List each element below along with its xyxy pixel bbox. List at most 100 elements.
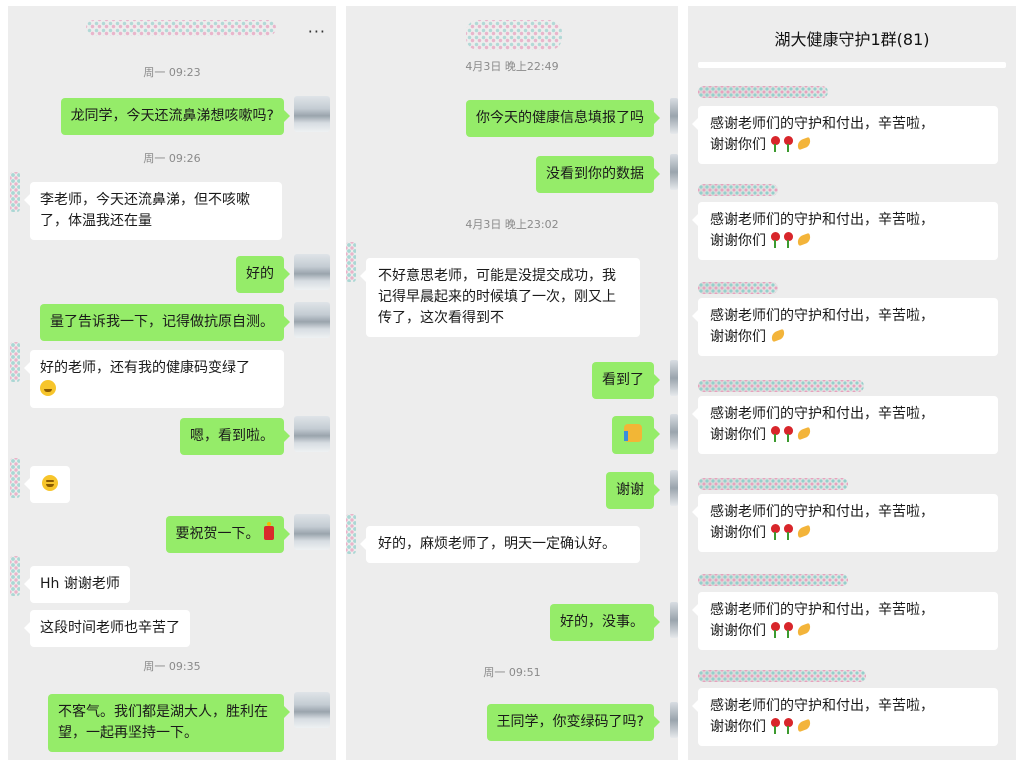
praying-hands-emoji-icon [796, 427, 812, 441]
chat-title-redacted [86, 20, 276, 36]
timestamp: 周一 09:23 [143, 66, 201, 79]
message-bubble-incoming[interactable]: Hh 谢谢老师 [24, 566, 130, 603]
sender-nickname-redacted [698, 282, 778, 294]
praying-hands-emoji-icon [770, 329, 786, 343]
message-text: 谢谢你们 [710, 329, 766, 345]
student-avatar-redacted[interactable] [10, 458, 20, 498]
rose-emoji-icon [783, 718, 794, 734]
chat-title-redacted [466, 20, 562, 50]
sender-nickname-redacted [698, 574, 848, 586]
student-avatar-redacted[interactable] [10, 172, 20, 212]
timestamp: 周一 09:35 [143, 660, 201, 673]
teacher-avatar[interactable] [670, 360, 678, 396]
group-chat-header: 湖大健康守护1群(81) [688, 6, 1016, 68]
message-bubble-outgoing[interactable]: 量了告诉我一下，记得做抗原自测。 [40, 304, 290, 341]
rose-emoji-icon [770, 426, 781, 442]
timestamp: 周一 09:51 [483, 666, 541, 679]
teacher-avatar[interactable] [294, 692, 330, 728]
teacher-avatar[interactable] [670, 414, 678, 450]
message-text: 好的老师，还有我的健康码变绿了 [40, 360, 250, 376]
message-text: 感谢老师们的守护和付出，辛苦啦， [710, 602, 934, 618]
message-text: 感谢老师们的守护和付出，辛苦啦， [710, 406, 934, 422]
rose-emoji-icon [783, 524, 794, 540]
message-text: 感谢老师们的守护和付出，辛苦啦， [710, 698, 934, 714]
teacher-avatar[interactable] [294, 254, 330, 290]
praying-hands-emoji-icon [796, 233, 812, 247]
student-avatar-redacted[interactable] [10, 556, 20, 596]
timestamp: 4月3日 晚上22:49 [465, 60, 559, 73]
message-text: 谢谢你们 [710, 525, 766, 541]
sender-nickname-redacted [698, 380, 864, 392]
teacher-avatar[interactable] [294, 416, 330, 452]
sender-nickname-redacted [698, 478, 848, 490]
message-text: 谢谢你们 [710, 427, 766, 443]
message-bubble-outgoing[interactable]: 看到了 [592, 362, 660, 399]
message-bubble-incoming[interactable]: 感谢老师们的守护和付出，辛苦啦， 谢谢你们 [692, 396, 998, 454]
message-text: 感谢老师们的守护和付出，辛苦啦， [710, 116, 934, 132]
smirk-emoji-icon [42, 475, 58, 491]
sender-nickname-redacted [698, 86, 828, 98]
message-text: 感谢老师们的守护和付出，辛苦啦， [710, 504, 934, 520]
message-text: 谢谢你们 [710, 137, 766, 153]
message-bubble-outgoing[interactable]: 不客气。我们都是湖大人，胜利在望，一起再坚持一下。 [48, 694, 290, 752]
praying-hands-emoji-icon [796, 137, 812, 151]
message-bubble-incoming[interactable]: 感谢老师们的守护和付出，辛苦啦， 谢谢你们 [692, 688, 998, 746]
message-bubble-outgoing[interactable]: 龙同学，今天还流鼻涕想咳嗽吗? [60, 98, 291, 135]
message-text: 要祝贺一下。 [175, 526, 260, 542]
message-bubble-incoming[interactable]: 这段时间老师也辛苦了 [24, 610, 190, 647]
firecracker-emoji-icon [264, 522, 274, 540]
group-chat-panel-right: 湖大健康守护1群(81) 感谢老师们的守护和付出，辛苦啦， 谢谢你们 感谢老师们… [688, 6, 1016, 760]
teacher-avatar[interactable] [294, 96, 330, 132]
more-options-icon[interactable]: ··· [308, 22, 326, 41]
group-title[interactable]: 湖大健康守护1群(81) [688, 26, 1016, 50]
praying-hands-emoji-icon [796, 623, 812, 637]
message-bubble-outgoing[interactable]: 要祝贺一下。 [165, 516, 291, 553]
message-bubble-outgoing[interactable] [612, 416, 660, 454]
student-avatar-redacted[interactable] [346, 514, 356, 554]
rose-emoji-icon [783, 426, 794, 442]
message-text: 感谢老师们的守护和付出，辛苦啦， [710, 308, 934, 324]
rose-emoji-icon [770, 524, 781, 540]
sweat-smile-emoji-icon [40, 380, 56, 396]
message-bubble-incoming[interactable]: 感谢老师们的守护和付出，辛苦啦， 谢谢你们 [692, 592, 998, 650]
rose-emoji-icon [783, 232, 794, 248]
teacher-avatar[interactable] [670, 702, 678, 738]
praying-hands-emoji-icon [796, 525, 812, 539]
teacher-avatar[interactable] [670, 470, 678, 506]
message-bubble-incoming[interactable]: 不好意思老师，可能是没提交成功，我记得早晨起来的时候填了一次，刚又上传了，这次看… [360, 258, 640, 337]
pinned-bar [698, 62, 1006, 68]
rose-emoji-icon [770, 718, 781, 734]
student-avatar-redacted[interactable] [10, 342, 20, 382]
message-bubble-incoming[interactable]: 感谢老师们的守护和付出，辛苦啦， 谢谢你们 [692, 106, 998, 164]
rose-emoji-icon [770, 232, 781, 248]
message-bubble-incoming[interactable]: 好的，麻烦老师了，明天一定确认好。 [360, 526, 640, 563]
message-bubble-outgoing[interactable]: 王同学，你变绿码了吗? [486, 704, 661, 741]
message-bubble-incoming[interactable]: 感谢老师们的守护和付出，辛苦啦， 谢谢你们 [692, 202, 998, 260]
chat-panel-left: ··· 周一 09:23 龙同学，今天还流鼻涕想咳嗽吗? 周一 09:26 李老… [8, 6, 336, 760]
rose-emoji-icon [770, 136, 781, 152]
teacher-avatar[interactable] [670, 98, 678, 134]
message-bubble-incoming[interactable]: 好的老师，还有我的健康码变绿了 [24, 350, 284, 408]
message-text: 感谢老师们的守护和付出，辛苦啦， [710, 212, 934, 228]
message-bubble-outgoing[interactable]: 嗯，看到啦。 [180, 418, 290, 455]
message-bubble-incoming[interactable]: 感谢老师们的守护和付出，辛苦啦， 谢谢你们 [692, 494, 998, 552]
message-bubble-outgoing[interactable]: 好的，没事。 [550, 604, 660, 641]
message-bubble-outgoing[interactable]: 谢谢 [606, 472, 660, 509]
message-text: 谢谢你们 [710, 719, 766, 735]
timestamp: 4月3日 晚上23:02 [465, 218, 559, 231]
rose-emoji-icon [783, 622, 794, 638]
message-bubble-outgoing[interactable]: 你今天的健康信息填报了吗 [466, 100, 660, 137]
student-avatar-redacted[interactable] [346, 242, 356, 282]
teacher-avatar[interactable] [670, 154, 678, 190]
teacher-avatar[interactable] [670, 602, 678, 638]
message-bubble-outgoing[interactable]: 没看到你的数据 [536, 156, 660, 193]
thumbs-up-emoji-icon [624, 424, 642, 442]
message-bubble-incoming[interactable]: 李老师，今天还流鼻涕，但不咳嗽了，体温我还在量 [24, 182, 282, 240]
rose-emoji-icon [783, 136, 794, 152]
rose-emoji-icon [770, 622, 781, 638]
message-bubble-incoming[interactable] [24, 466, 70, 503]
teacher-avatar[interactable] [294, 302, 330, 338]
teacher-avatar[interactable] [294, 514, 330, 550]
message-bubble-outgoing[interactable]: 好的 [236, 256, 290, 293]
message-bubble-incoming[interactable]: 感谢老师们的守护和付出，辛苦啦， 谢谢你们 [692, 298, 998, 356]
